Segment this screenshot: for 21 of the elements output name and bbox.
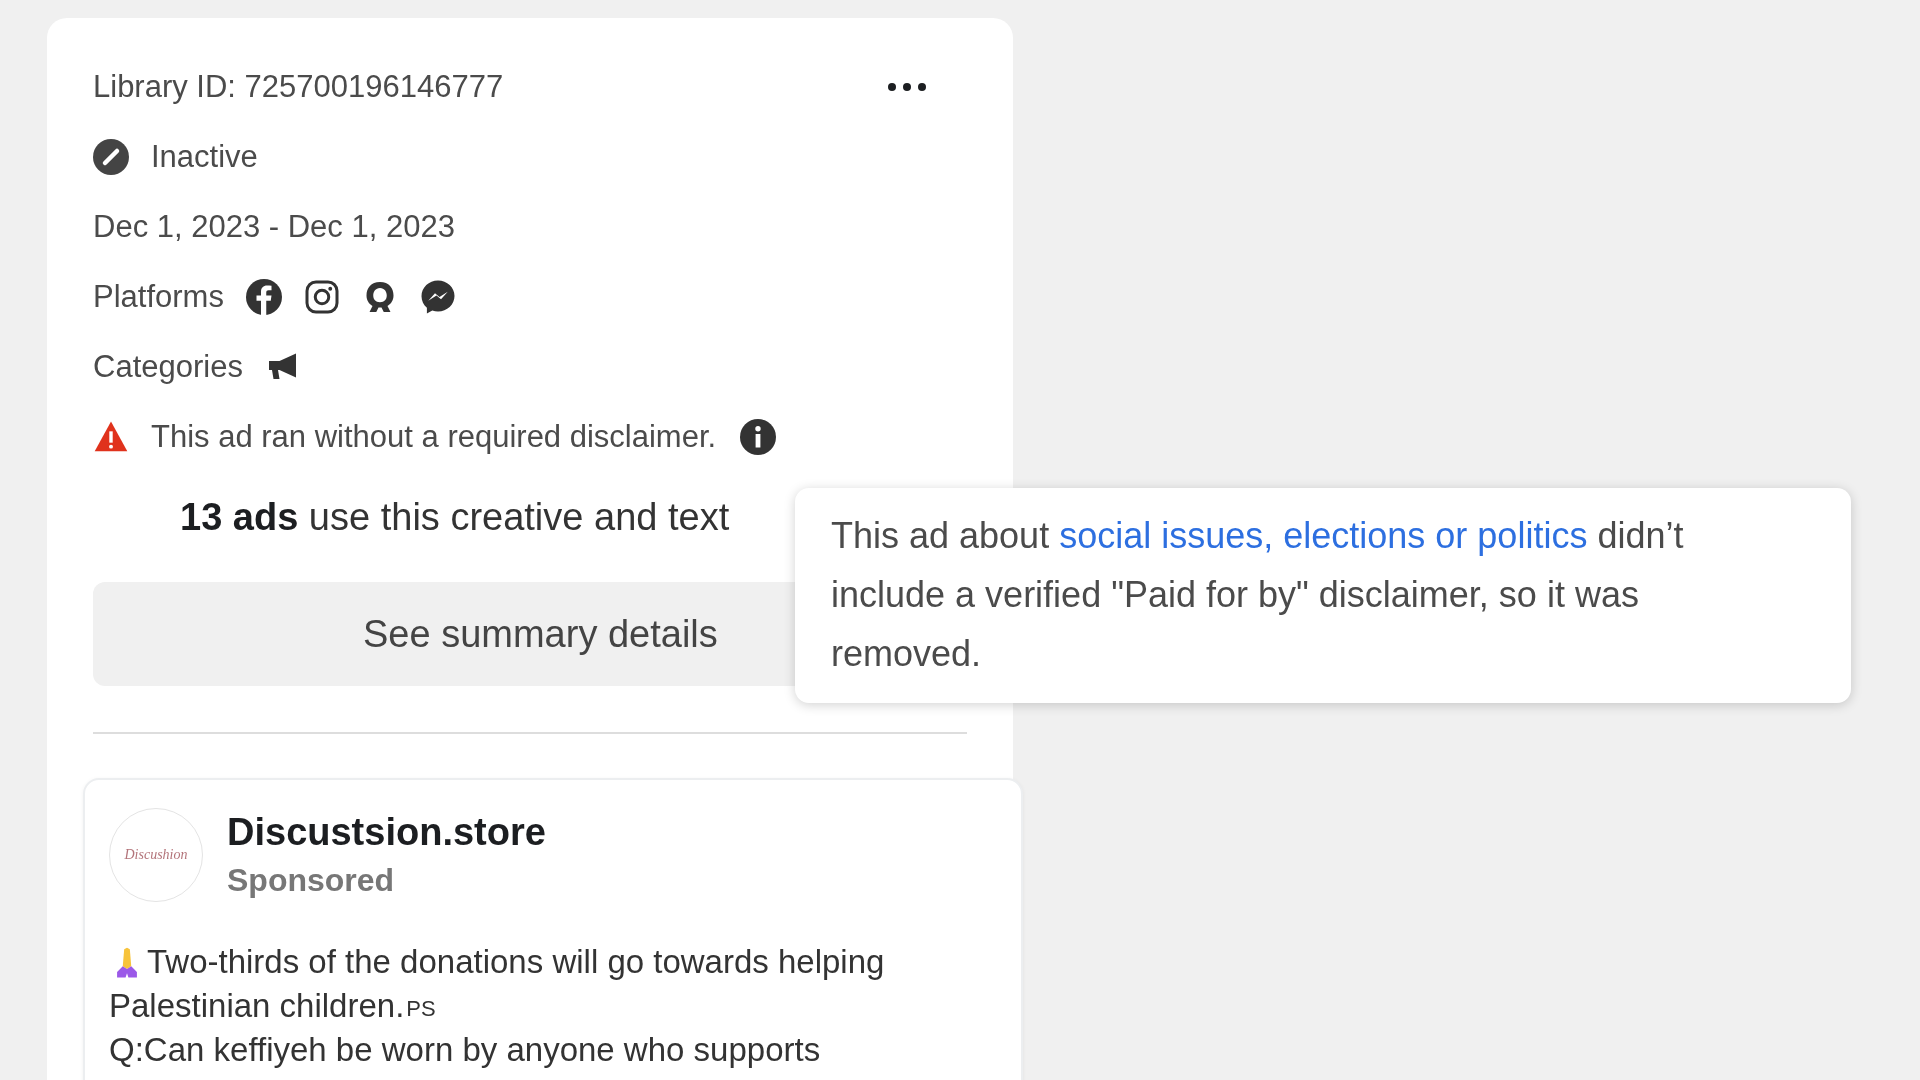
library-id: Library ID: 725700196146777	[93, 69, 504, 105]
warning-icon	[93, 420, 129, 454]
sponsored-label: Sponsored	[227, 862, 396, 899]
messenger-icon	[419, 279, 456, 315]
policy-link[interactable]: social issues, elections or politics	[1059, 515, 1588, 556]
warning-text: This ad ran without a required disclaimer.	[151, 419, 717, 455]
facebook-icon	[245, 279, 282, 315]
more-icon[interactable]	[887, 82, 927, 92]
platforms-label: Platforms	[93, 279, 224, 315]
page-name[interactable]: Discustsion.store	[227, 811, 546, 854]
post-text: Q:Can keffiyeh be worn by anyone who supports	[109, 1030, 821, 1070]
date-range: Dec 1, 2023 - Dec 1, 2023	[93, 209, 455, 245]
ads-count: 13 ads use this creative and text	[180, 496, 730, 540]
categories-label: Categories	[93, 349, 243, 385]
instagram-icon	[303, 279, 340, 315]
inactive-icon	[93, 139, 129, 175]
flag-label: PS	[406, 996, 436, 1023]
post-text: Palestinian children.	[109, 986, 405, 1026]
post-text: Two-thirds of the donations will go towards helping	[147, 942, 885, 982]
status-label: Inactive	[151, 139, 258, 175]
info-icon[interactable]	[740, 419, 777, 455]
